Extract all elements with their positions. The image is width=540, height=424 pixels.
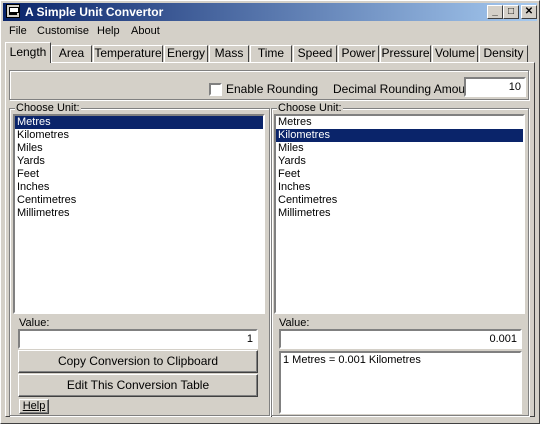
- from-unit-list[interactable]: Metres Kilometres Miles Yards Feet Inches Cent…: [13, 114, 265, 314]
- decimal-rounding-label: Decimal Rounding Amount:: [333, 82, 479, 96]
- copy-to-clipboard-button[interactable]: Copy Conversion to Clipboard: [18, 350, 258, 373]
- app-window: A Simple Unit Convertor _ □ ✕ File Custo…: [0, 0, 540, 424]
- from-value-input[interactable]: 1: [18, 329, 258, 349]
- from-unit-group-label: Choose Unit:: [15, 102, 81, 114]
- app-icon: [6, 4, 20, 18]
- to-unit-item[interactable]: Feet: [276, 168, 523, 181]
- from-unit-item[interactable]: Inches: [15, 181, 263, 194]
- to-value-label: Value:: [279, 317, 310, 329]
- tab-mass[interactable]: Mass: [209, 45, 249, 62]
- from-unit-item[interactable]: Yards: [15, 155, 263, 168]
- menu-customise[interactable]: Customise: [37, 25, 89, 37]
- to-unit-item[interactable]: Centimetres: [276, 194, 523, 207]
- tab-power[interactable]: Power: [338, 45, 379, 62]
- to-unit-list[interactable]: Metres Kilometres Miles Yards Feet Inches Cent…: [274, 114, 525, 314]
- minimize-button[interactable]: _: [487, 5, 503, 19]
- to-unit-item[interactable]: Yards: [276, 155, 523, 168]
- tab-panel-length: Enable Rounding Decimal Rounding Amount:…: [5, 62, 535, 417]
- tab-area[interactable]: Area: [51, 45, 92, 62]
- to-unit-item[interactable]: Millimetres: [276, 207, 523, 220]
- from-value-label: Value:: [19, 317, 50, 329]
- from-unit-item[interactable]: Feet: [15, 168, 263, 181]
- menu-file[interactable]: File: [9, 25, 27, 37]
- to-unit-item[interactable]: Inches: [276, 181, 523, 194]
- from-unit-item[interactable]: Metres: [15, 116, 263, 129]
- menu-about[interactable]: About: [131, 25, 160, 37]
- menu-help[interactable]: Help: [97, 25, 120, 37]
- tab-time[interactable]: Time: [250, 45, 292, 62]
- from-unit-item[interactable]: Miles: [15, 142, 263, 155]
- menu-bar: File Customise Help About: [3, 23, 537, 40]
- maximize-button[interactable]: □: [503, 5, 519, 19]
- from-unit-item[interactable]: Centimetres: [15, 194, 263, 207]
- enable-rounding-checkbox[interactable]: [209, 83, 222, 96]
- edit-conversion-table-button[interactable]: Edit This Conversion Table: [18, 374, 258, 397]
- to-value-output[interactable]: 0.001: [279, 329, 522, 349]
- help-button[interactable]: Help: [19, 399, 49, 414]
- enable-rounding-label: Enable Rounding: [226, 82, 319, 96]
- to-unit-group-label: Choose Unit:: [277, 102, 343, 114]
- tab-temperature[interactable]: Temperature: [93, 45, 163, 62]
- tab-pressure[interactable]: Pressure: [380, 45, 431, 62]
- tab-density[interactable]: Density: [479, 45, 528, 62]
- title-bar[interactable]: A Simple Unit Convertor _ □ ✕: [3, 3, 537, 21]
- decimal-rounding-input[interactable]: 10: [464, 77, 526, 97]
- tab-length[interactable]: Length: [5, 42, 51, 63]
- tab-speed[interactable]: Speed: [293, 45, 337, 62]
- tab-volume[interactable]: Volume: [432, 45, 478, 62]
- conversion-result-box[interactable]: 1 Metres = 0.001 Kilometres: [279, 351, 522, 414]
- window-title: A Simple Unit Convertor: [25, 5, 164, 19]
- from-unit-item[interactable]: Millimetres: [15, 207, 263, 220]
- to-unit-item[interactable]: Miles: [276, 142, 523, 155]
- close-button[interactable]: ✕: [521, 5, 537, 19]
- to-unit-item[interactable]: Kilometres: [276, 129, 523, 142]
- from-unit-item[interactable]: Kilometres: [15, 129, 263, 142]
- to-unit-item[interactable]: Metres: [276, 116, 523, 129]
- tab-energy[interactable]: Energy: [164, 45, 208, 62]
